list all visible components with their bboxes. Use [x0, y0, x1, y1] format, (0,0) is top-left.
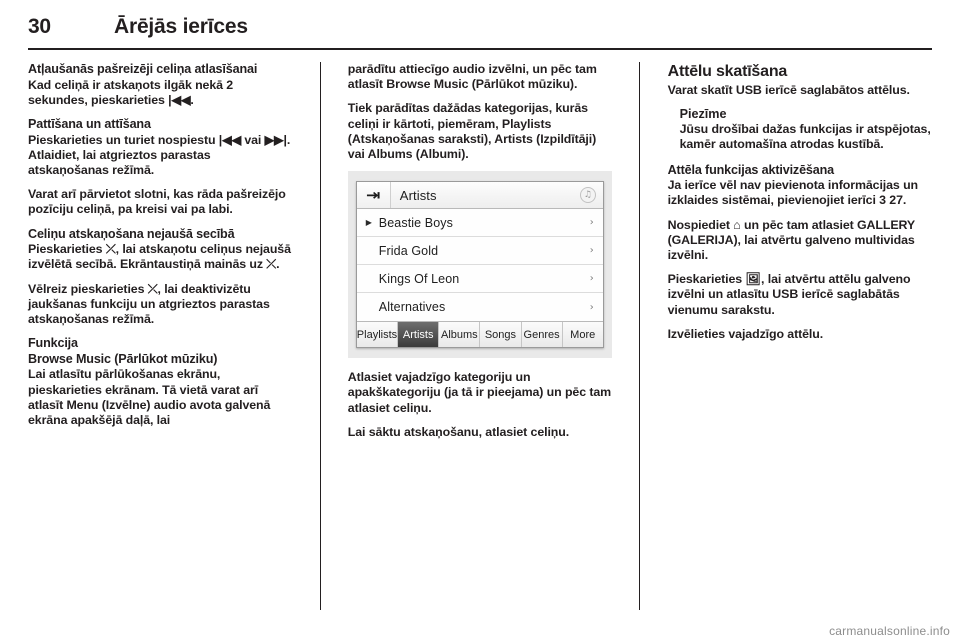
paragraph-shuffle-off: Vēlreiz pieskarieties ⤫, lai deaktivizēt…: [28, 281, 270, 327]
paragraph-select-category: Atlasiet vajadzīgo kategoriju un apakška…: [347, 370, 612, 415]
column-3: Attēlu skatīšana Varat skatīt USB ierīcē…: [668, 62, 932, 610]
gutter-left: [292, 62, 319, 610]
heading-function: Funkcija: [28, 336, 78, 351]
site-watermark: carmanualsonline.info: [829, 624, 950, 638]
gutter-right-2: [640, 62, 667, 610]
paragraph-open-gallery: Nospiediet ⌂ un pēc tam atlasiet GALLERY…: [667, 217, 915, 263]
paragraph-fast-forward-rewind: Pieskarieties un turiet nospiestu |◀◀ va…: [28, 132, 291, 177]
page-number: 30: [28, 15, 51, 38]
paragraph-usb-images: Varat skatīt USB ierīcē saglabātos attēl…: [667, 83, 910, 97]
heading-shuffle: Celiņu atskaņošana nejaušā secībā: [28, 226, 235, 241]
heading-fast-forward-rewind: Pattīšana un attīšana: [28, 117, 151, 131]
paragraph-audio-menu: parādītu attiecīgo audio izvēlni, un pēc…: [347, 62, 597, 92]
heading-browse-music: Browse Music (Pārlūkot mūziku): [28, 351, 218, 366]
back-button[interactable]: ⇥: [356, 182, 391, 209]
chevron-right-icon: ›: [589, 217, 594, 229]
artist-list: ▶ Beastie Boys › Frida Gold › Kings Of L…: [356, 209, 603, 322]
expand-triangle-icon: ▶: [365, 217, 372, 227]
list-item-label: Alternatives: [378, 300, 446, 315]
paragraph-slider-move: Varat arī pārvietot slotni, kas rāda paš…: [28, 187, 286, 217]
tab-artists[interactable]: Artists: [398, 322, 440, 348]
paragraph-browse-music: Lai atlasītu pārlūkošanas ekrānu, pieska…: [28, 367, 271, 428]
paragraph-resume-track: Kad celiņā ir atskaņots ilgāk nekā 2 sek…: [28, 77, 234, 107]
note-body: Jūsu drošībai dažas funkcijas ir atspējo…: [679, 122, 931, 152]
chevron-right-icon: ›: [589, 273, 594, 285]
heading-viewing-images: Attēlu skatīšana: [667, 63, 788, 80]
gutter-left-2: [321, 62, 348, 610]
tab-bar: Playlists Artists Albums Songs Genres Mo…: [356, 321, 603, 348]
list-item[interactable]: Alternatives ›: [357, 293, 603, 321]
tab-albums[interactable]: Albums: [439, 322, 481, 348]
infotainment-screen: ⇥ Artists ♫ ▶ Beastie Boys › Frida Gold …: [355, 181, 604, 349]
gutter-right: [612, 62, 639, 610]
heading-activate-image-function: Attēla funkcijas aktivizēšana: [667, 162, 835, 177]
paragraph-choose-image: Izvēlieties vajadzīgo attēlu.: [667, 326, 824, 341]
list-item-label: Kings Of Leon: [378, 271, 460, 286]
note-heading: Piezīme: [679, 107, 727, 122]
paragraph-connect-device: Ja ierīce vēl nav pievienota informācija…: [667, 178, 919, 208]
back-arrow-icon: ⇥: [366, 185, 381, 204]
list-item-label: Frida Gold: [378, 243, 439, 258]
tab-more[interactable]: More: [562, 322, 603, 348]
paragraph-open-image-menu: Pieskarieties 🖼, lai atvērtu attēlu galv…: [667, 272, 911, 317]
screen-header: ⇥ Artists ♫: [356, 182, 603, 210]
list-item[interactable]: Kings Of Leon ›: [356, 265, 603, 294]
chevron-right-icon: ›: [589, 245, 594, 257]
chapter-title: Ārējās ierīces: [114, 15, 248, 38]
list-item[interactable]: Frida Gold ›: [356, 237, 603, 266]
column-container: Atļaušanās pašreizēji celiņa atlasīšanai…: [28, 62, 932, 610]
figure-artists-screen: ⇥ Artists ♫ ▶ Beastie Boys › Frida Gold …: [347, 171, 612, 359]
paragraph-categories: Tiek parādītas dažādas kategorijas, kurā…: [347, 101, 597, 162]
paragraph-shuffle-on: Pieskarieties ⤫, lai atskaņotu celiņus n…: [28, 242, 291, 272]
list-item-label: Beastie Boys: [378, 215, 453, 230]
tab-songs[interactable]: Songs: [480, 322, 522, 348]
column-2: parādītu attiecīgo audio izvēlni, un pēc…: [347, 62, 612, 610]
column-1: Atļaušanās pašreizēji celiņa atlasīšanai…: [28, 62, 292, 610]
paragraph-start-playback: Lai sāktu atskaņošanu, atlasiet celiņu.: [347, 424, 570, 439]
page-header: 30 Ārējās ierīces: [28, 14, 932, 50]
music-note-icon[interactable]: ♫: [579, 187, 596, 204]
list-item[interactable]: ▶ Beastie Boys ›: [356, 209, 603, 238]
manual-page: 30 Ārējās ierīces Atļaušanās pašreizēji …: [0, 0, 960, 642]
screen-title: Artists: [399, 187, 437, 203]
note-block: Piezīme Jūsu drošībai dažas funkcijas ir…: [668, 107, 932, 152]
heading-resume-track: Atļaušanās pašreizēji celiņa atlasīšanai: [28, 62, 258, 76]
tab-genres[interactable]: Genres: [521, 322, 563, 348]
tab-playlists[interactable]: Playlists: [356, 322, 399, 348]
chevron-right-icon: ›: [589, 301, 594, 313]
